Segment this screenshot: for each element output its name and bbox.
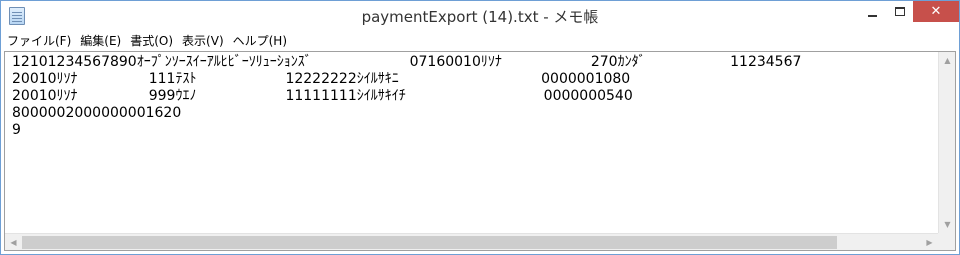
scrollbar-corner [938,233,955,250]
minimize-icon [868,14,877,17]
vertical-scrollbar[interactable]: ▲ ▼ [938,52,955,233]
text-line: 9 [12,122,21,138]
scroll-right-icon[interactable]: ▶ [921,234,938,251]
menu-bar: ファイル(F) 編集(E) 書式(O) 表示(V) ヘルプ(H) [1,31,959,51]
maximize-button[interactable] [886,1,913,22]
text-line: 20010ﾘｿﾅ 111ﾃｽﾄ 12222222ｼｲﾙｻｷﾆ 000000108… [12,71,631,87]
scroll-left-icon[interactable]: ◀ [5,234,22,251]
notepad-icon[interactable] [9,7,25,25]
menu-help[interactable]: ヘルプ(H) [227,31,290,51]
menu-format[interactable]: 書式(O) [124,31,176,51]
text-editor[interactable]: 12101234567890ｵｰﾌﾟﾝｿｰｽｲｰｱﾙﾋﾋﾞｰｿﾘｭｰｼｮﾝｽﾞ … [4,51,956,251]
menu-view[interactable]: 表示(V) [176,31,227,51]
notepad-window: paymentExport (14).txt - メモ帳 ✕ ファイル(F) 編… [0,0,960,255]
text-line: 8000002000000001620 [12,105,182,121]
text-content[interactable]: 12101234567890ｵｰﾌﾟﾝｿｰｽｲｰｱﾙﾋﾋﾞｰｿﾘｭｰｼｮﾝｽﾞ … [5,52,938,233]
text-line: 20010ﾘｿﾅ 999ｳｴﾉ 11111111ｼｲﾙｻｷｲﾁ 00000005… [12,88,633,104]
horizontal-scroll-thumb[interactable] [22,236,837,249]
menu-file[interactable]: ファイル(F) [1,31,74,51]
menu-edit[interactable]: 編集(E) [74,31,124,51]
close-button[interactable]: ✕ [913,1,959,22]
window-title: paymentExport (14).txt - メモ帳 [361,8,599,26]
maximize-icon [894,7,905,16]
scroll-up-icon[interactable]: ▲ [939,52,956,69]
scroll-down-icon[interactable]: ▼ [939,216,956,233]
text-line: 12101234567890ｵｰﾌﾟﾝｿｰｽｲｰｱﾙﾋﾋﾞｰｿﾘｭｰｼｮﾝｽﾞ … [12,54,802,70]
minimize-button[interactable] [859,1,886,22]
close-icon: ✕ [930,4,942,19]
title-bar[interactable]: paymentExport (14).txt - メモ帳 ✕ [1,1,959,31]
horizontal-scrollbar[interactable]: ◀ ▶ [5,233,938,250]
